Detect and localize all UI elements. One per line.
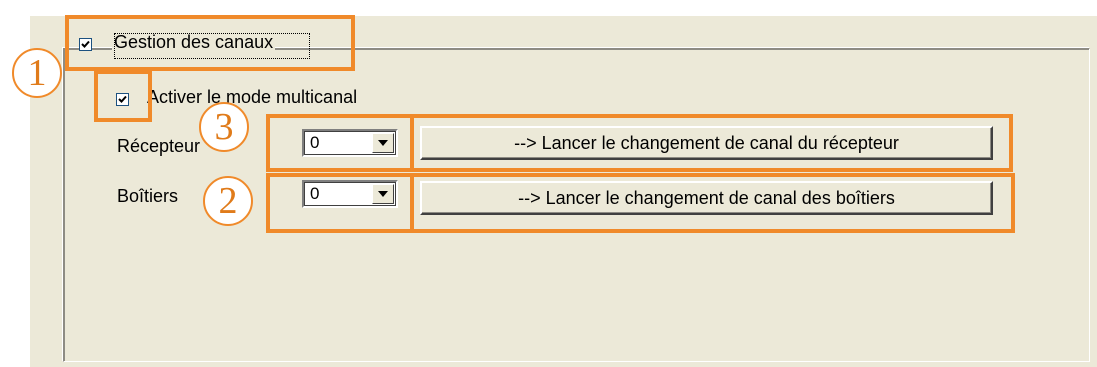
annotation-marker-1: 1 [12, 48, 62, 98]
annotation-marker-3: 3 [199, 102, 249, 152]
checkmark-icon [118, 95, 127, 103]
boxes-label: Boîtiers [115, 186, 181, 207]
multichannel-mode-checkbox[interactable] [116, 93, 129, 106]
checkmark-icon [81, 40, 90, 48]
dropdown-arrow-icon[interactable] [372, 133, 394, 153]
launch-receiver-channel-change-button[interactable]: --> Lancer le changement de canal du réc… [420, 126, 993, 160]
multichannel-mode-label: Activer le mode multicanal [145, 87, 360, 108]
channel-management-checkbox[interactable] [79, 38, 92, 51]
boxes-channel-value: 0 [310, 184, 320, 203]
receiver-channel-select[interactable]: 0 [302, 129, 398, 157]
launch-boxes-channel-change-button[interactable]: --> Lancer le changement de canal des bo… [420, 181, 993, 215]
receiver-label: Récepteur [115, 136, 203, 157]
channel-management-label: Gestion des canaux [112, 32, 276, 53]
annotation-marker-2: 2 [203, 176, 253, 226]
dropdown-arrow-icon[interactable] [372, 184, 394, 204]
receiver-channel-value: 0 [310, 133, 320, 152]
boxes-channel-select[interactable]: 0 [302, 180, 398, 208]
